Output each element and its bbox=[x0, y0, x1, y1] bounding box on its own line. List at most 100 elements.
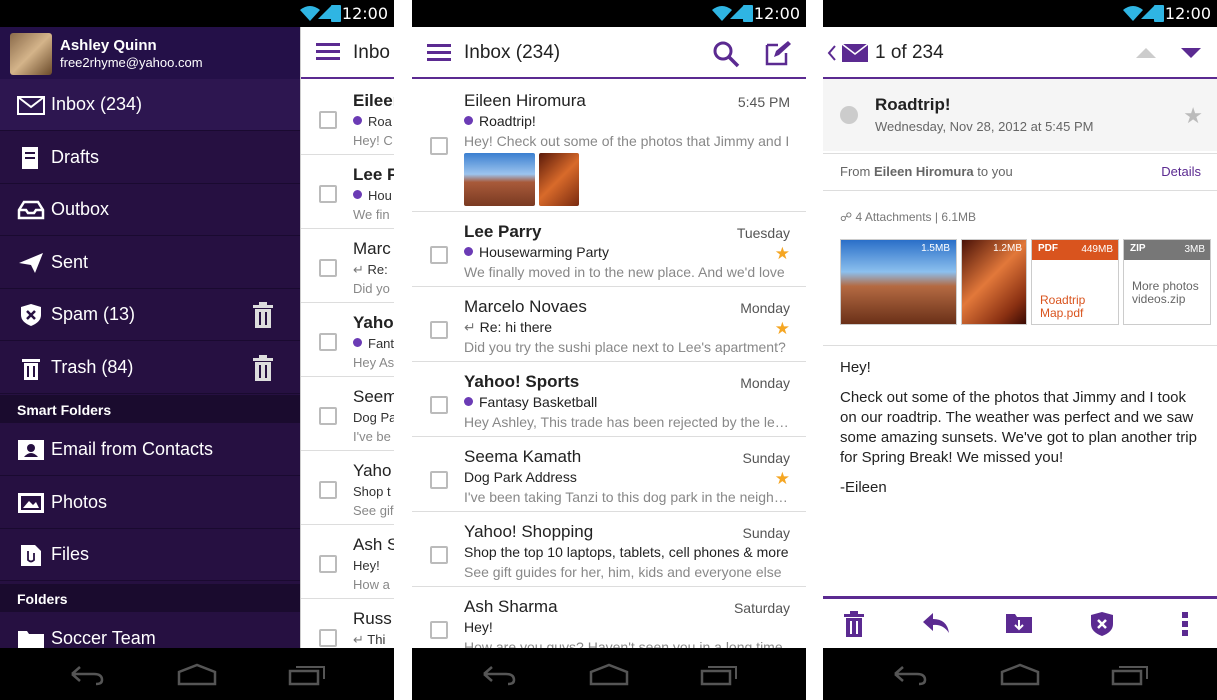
checkbox[interactable] bbox=[319, 481, 337, 499]
drawer-item-label: Soccer Team bbox=[51, 628, 156, 648]
back-icon[interactable] bbox=[478, 662, 518, 686]
sender: Lee P bbox=[353, 165, 394, 184]
sender: Ash Sharma bbox=[464, 597, 558, 616]
checkbox[interactable] bbox=[319, 555, 337, 573]
spam-shield-icon[interactable] bbox=[1089, 611, 1115, 637]
drawer-item-files[interactable]: Files bbox=[0, 529, 300, 581]
attachment-size: 1.5MB bbox=[921, 243, 950, 254]
attachment-thumbnail[interactable] bbox=[539, 153, 579, 206]
unread-dot bbox=[353, 190, 362, 199]
next-message-icon[interactable] bbox=[1180, 47, 1202, 59]
drawer-item-contacts[interactable]: Email from Contacts bbox=[0, 424, 300, 476]
drawer-item-spam[interactable]: Spam (13) bbox=[0, 289, 300, 341]
list-item[interactable]: Eileer Roa Hey! C bbox=[301, 81, 394, 155]
checkbox[interactable] bbox=[430, 137, 448, 155]
sent-icon bbox=[19, 253, 43, 273]
list-item[interactable]: Lee P Hou We fin bbox=[301, 155, 394, 229]
phone-message: 12:00 1 of 234 Roadtrip! Wednesday, Nov … bbox=[823, 0, 1217, 700]
reply-icon: ↵ bbox=[353, 632, 368, 647]
move-to-folder-icon[interactable] bbox=[1005, 611, 1033, 635]
drawer-item-inbox[interactable]: Inbox (234) bbox=[0, 79, 300, 131]
list-item[interactable]: Marc ↵ Re: Did yo bbox=[301, 229, 394, 303]
trash-icon bbox=[22, 359, 40, 380]
star-icon[interactable]: ★ bbox=[775, 469, 790, 489]
compose-icon[interactable] bbox=[764, 39, 792, 67]
android-nav-bar bbox=[0, 648, 394, 700]
back-icon[interactable] bbox=[889, 662, 929, 686]
back-chevron-icon[interactable] bbox=[827, 44, 837, 62]
list-item[interactable]: Seem Dog Pa I've be bbox=[301, 377, 394, 451]
home-icon[interactable] bbox=[999, 662, 1041, 686]
message-row[interactable]: Marcelo Novaes Monday ↵ Re: hi there ★ D… bbox=[412, 287, 806, 362]
sender: Seem bbox=[353, 387, 394, 406]
drawer-item-drafts[interactable]: Drafts bbox=[0, 132, 300, 184]
previous-message-icon[interactable] bbox=[1135, 47, 1157, 59]
recents-icon[interactable] bbox=[1111, 662, 1151, 686]
reply-icon[interactable] bbox=[921, 611, 951, 635]
menu-icon[interactable] bbox=[316, 43, 340, 61]
preview: Hey! Check out some of the photos that J… bbox=[464, 133, 790, 149]
checkbox[interactable] bbox=[430, 471, 448, 489]
checkbox[interactable] bbox=[430, 621, 448, 639]
checkbox[interactable] bbox=[319, 629, 337, 647]
attachment-pdf[interactable]: PDF 449MB Roadtrip Map.pdf bbox=[1031, 239, 1119, 325]
checkbox[interactable] bbox=[319, 185, 337, 203]
home-icon[interactable] bbox=[176, 662, 218, 686]
phone-drawer: 12:00 Ashley Quinn free2rhyme@yahoo.com … bbox=[0, 0, 394, 700]
empty-spam-trash-icon[interactable] bbox=[252, 302, 274, 328]
star-icon[interactable]: ★ bbox=[775, 319, 790, 339]
message-row[interactable]: Seema Kamath Sunday Dog Park Address ★ I… bbox=[412, 437, 806, 512]
overflow-menu-icon[interactable] bbox=[1181, 611, 1189, 637]
checkbox[interactable] bbox=[319, 259, 337, 277]
unread-dot bbox=[353, 116, 362, 125]
attachment-image[interactable]: 1.5MB bbox=[840, 239, 957, 325]
attachment-thumbnail[interactable] bbox=[464, 153, 535, 206]
back-icon[interactable] bbox=[66, 662, 106, 686]
drawer-item-sent[interactable]: Sent bbox=[0, 237, 300, 289]
message-row[interactable]: Lee Parry Tuesday Housewarming Party ★ W… bbox=[412, 212, 806, 287]
drawer-item-outbox[interactable]: Outbox bbox=[0, 184, 300, 236]
message-row[interactable]: Eileen Hiromura 5:45 PM Roadtrip! Hey! C… bbox=[412, 81, 806, 212]
empty-trash-icon[interactable] bbox=[252, 355, 274, 381]
recents-icon[interactable] bbox=[700, 662, 740, 686]
checkbox[interactable] bbox=[430, 246, 448, 264]
checkbox[interactable] bbox=[430, 396, 448, 414]
checkbox[interactable] bbox=[430, 546, 448, 564]
message-row[interactable]: Yahoo! Sports Monday Fantasy Basketball … bbox=[412, 362, 806, 437]
list-item[interactable]: Yaho Fant Hey As bbox=[301, 303, 394, 377]
account-header[interactable]: Ashley Quinn free2rhyme@yahoo.com bbox=[0, 27, 300, 79]
delete-icon[interactable] bbox=[843, 611, 865, 637]
peek-inbox-list[interactable]: Inbo Eileer Roa Hey! C Lee P Hou We fin Marc… bbox=[300, 27, 394, 673]
checkbox[interactable] bbox=[319, 111, 337, 129]
star-icon[interactable]: ★ bbox=[1183, 103, 1203, 129]
details-link[interactable]: Details bbox=[1161, 164, 1201, 179]
message-row[interactable]: Yahoo! Shopping Sunday Shop the top 10 l… bbox=[412, 512, 806, 587]
drawer-item-trash[interactable]: Trash (84) bbox=[0, 342, 300, 394]
from-text: From Eileen Hiromura to you bbox=[840, 164, 1013, 179]
signal-icon bbox=[318, 5, 332, 19]
file-type-bar: PDF 449MB bbox=[1032, 240, 1118, 260]
subject: Fant bbox=[353, 336, 394, 351]
search-icon[interactable] bbox=[712, 40, 740, 68]
drawer-item-photos[interactable]: Photos bbox=[0, 477, 300, 529]
preview: How a bbox=[353, 577, 390, 592]
drawer-item-label: Trash (84) bbox=[51, 357, 134, 377]
list-item[interactable]: Ash S Hey! How a bbox=[301, 525, 394, 599]
home-icon[interactable] bbox=[588, 662, 630, 686]
checkbox[interactable] bbox=[319, 333, 337, 351]
subject: Hou bbox=[353, 188, 392, 203]
checkbox[interactable] bbox=[430, 321, 448, 339]
subject: Hey! bbox=[464, 619, 493, 635]
message-action-bar bbox=[823, 596, 1217, 648]
list-item[interactable]: Yaho Shop t See gif bbox=[301, 451, 394, 525]
checkbox[interactable] bbox=[319, 407, 337, 425]
star-icon[interactable]: ★ bbox=[775, 244, 790, 264]
read-status-icon[interactable] bbox=[840, 106, 858, 124]
attachment-image[interactable]: 1.2MB bbox=[961, 239, 1027, 325]
preview: Hey As bbox=[353, 355, 394, 370]
recents-icon[interactable] bbox=[288, 662, 328, 686]
message-date: Wednesday, Nov 28, 2012 at 5:45 PM bbox=[875, 119, 1094, 134]
subject: ↵ Re: bbox=[353, 262, 388, 277]
menu-icon[interactable] bbox=[427, 44, 451, 62]
attachment-zip[interactable]: ZIP 3MB More photos videos.zip bbox=[1123, 239, 1211, 325]
